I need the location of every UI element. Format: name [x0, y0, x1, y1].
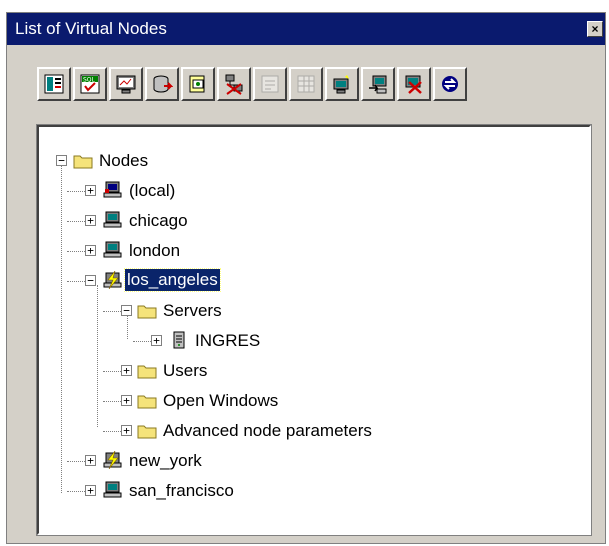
expand-icon[interactable]: + [85, 185, 96, 196]
folder-icon [137, 365, 157, 379]
expand-icon[interactable]: + [151, 335, 162, 346]
drop-node-icon [405, 75, 422, 94]
close-icon[interactable]: × [587, 21, 603, 37]
tree-label: los_angeles [124, 268, 221, 292]
tree-node-ingres[interactable]: + INGRES [39, 329, 339, 353]
node-disconnect-button[interactable] [217, 67, 251, 101]
server-icon [173, 331, 185, 349]
tree-node-london[interactable]: + london [39, 239, 339, 263]
open-file-icon [189, 75, 205, 93]
folder-icon [137, 425, 157, 439]
collapse-icon[interactable]: − [85, 275, 96, 286]
expand-icon[interactable]: + [85, 245, 96, 256]
database-connect-button[interactable] [145, 67, 179, 101]
tree-label: new_york [129, 451, 202, 470]
tree-label: chicago [129, 211, 188, 230]
tree-node-los-angeles[interactable]: − los_angeles [39, 268, 339, 293]
tree-node-chicago[interactable]: + chicago [39, 209, 339, 233]
alter-node-icon [369, 75, 387, 94]
refresh-icon [442, 76, 458, 92]
tree-label: Advanced node parameters [163, 421, 372, 440]
folder-icon [137, 305, 157, 319]
computer-icon [103, 481, 122, 498]
expand-icon[interactable]: + [85, 485, 96, 496]
alter-node-button[interactable] [361, 67, 395, 101]
svg-text:SQL: SQL [83, 77, 96, 84]
tree-label: Servers [163, 301, 222, 320]
open-file-button[interactable] [181, 67, 215, 101]
edit-disabled-icon [261, 75, 279, 93]
tree-root-nodes[interactable]: − Nodes [39, 149, 339, 173]
refresh-button[interactable] [433, 67, 467, 101]
computer-icon [103, 241, 122, 258]
title-bar[interactable]: List of Virtual Nodes × [7, 13, 605, 45]
monitor-icon [116, 75, 136, 94]
database-connect-icon [153, 75, 173, 93]
add-node-button[interactable] [325, 67, 359, 101]
monitor-button[interactable] [109, 67, 143, 101]
connected-node-icon [103, 451, 122, 469]
tree-label: Users [163, 361, 208, 380]
window-title: List of Virtual Nodes [15, 19, 167, 38]
folder-icon [73, 155, 93, 169]
local-computer-icon [103, 181, 122, 198]
expand-icon[interactable]: + [121, 395, 132, 406]
toolbar: SQL [37, 67, 469, 107]
tree-node-new-york[interactable]: + new_york [39, 449, 339, 473]
tree-node-users[interactable]: + Users [39, 359, 339, 383]
node-disconnect-icon [225, 74, 243, 95]
table-button[interactable] [289, 67, 323, 101]
edit-button[interactable] [253, 67, 287, 101]
expand-icon[interactable]: + [121, 365, 132, 376]
tree-node-open-windows[interactable]: + Open Windows [39, 389, 339, 413]
add-node-icon [333, 75, 349, 94]
expand-icon[interactable]: + [121, 425, 132, 436]
connected-node-icon [103, 271, 122, 289]
tree-label: INGRES [195, 331, 261, 350]
tree-node-advanced-parameters[interactable]: + Advanced node parameters [39, 419, 479, 443]
tree-node-servers[interactable]: − Servers [39, 299, 339, 323]
expand-icon[interactable]: + [85, 455, 96, 466]
drop-node-button[interactable] [397, 67, 431, 101]
tree-node-san-francisco[interactable]: + san_francisco [39, 479, 339, 503]
tree-label: san_francisco [129, 481, 234, 500]
expand-icon[interactable]: + [85, 215, 96, 226]
tree-label: london [129, 241, 181, 260]
tree-label: Nodes [99, 151, 149, 170]
tree-node-local[interactable]: + (local) [39, 179, 339, 203]
tree: − Nodes + (local) + chicago + london − l… [39, 127, 589, 533]
virtual-nodes-window: List of Virtual Nodes × SQL − Nodes + (l… [6, 12, 606, 544]
computer-icon [103, 211, 122, 228]
sql-test-button[interactable]: SQL [73, 67, 107, 101]
folder-icon [137, 395, 157, 409]
tree-label: Open Windows [163, 391, 279, 410]
collapse-icon[interactable]: − [121, 305, 132, 316]
table-disabled-icon [297, 75, 315, 93]
node-properties-button[interactable] [37, 67, 71, 101]
node-tree-view[interactable]: − Nodes + (local) + chicago + london − l… [36, 124, 592, 536]
sql-test-icon: SQL [80, 74, 100, 94]
collapse-icon[interactable]: − [56, 155, 67, 166]
tree-label: (local) [129, 181, 176, 200]
node-properties-icon [44, 74, 64, 94]
